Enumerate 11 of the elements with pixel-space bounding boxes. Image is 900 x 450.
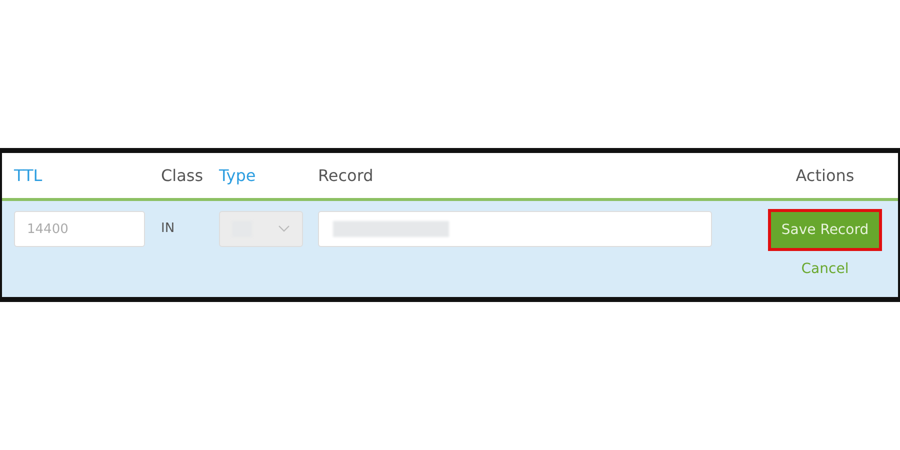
- column-header[interactable]: Type: [219, 166, 256, 185]
- column-header[interactable]: TTL: [14, 166, 42, 185]
- class-value: IN: [161, 221, 176, 236]
- column-header: Record: [318, 166, 374, 185]
- ttl-field[interactable]: 14400: [14, 211, 145, 247]
- record-field[interactable]: [318, 211, 712, 247]
- column-header: Class: [161, 166, 204, 185]
- save-record-button[interactable]: Save Record: [768, 209, 882, 251]
- chevron-down-icon: [278, 225, 290, 233]
- cancel-link[interactable]: Cancel: [801, 261, 849, 277]
- column-header: Actions: [796, 166, 854, 185]
